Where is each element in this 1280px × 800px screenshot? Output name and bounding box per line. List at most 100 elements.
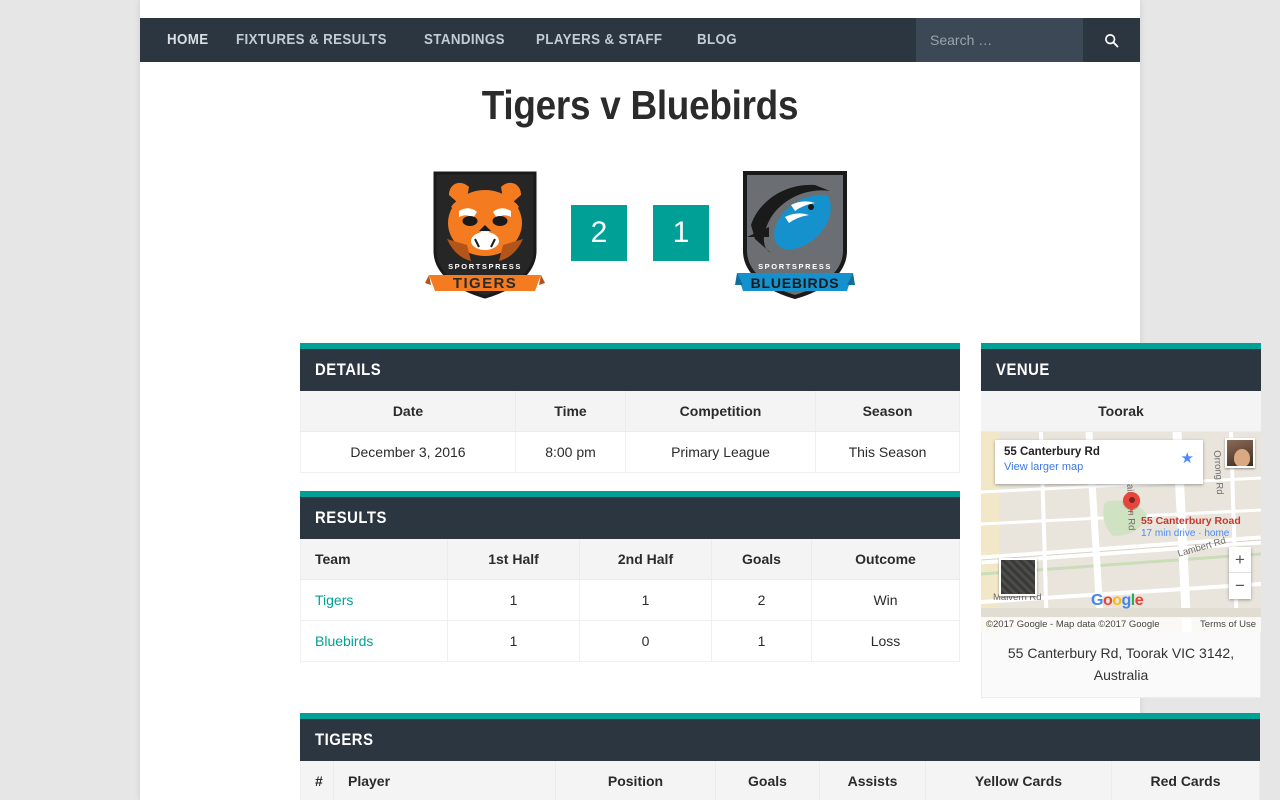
results-col-first-half: 1st Half bbox=[447, 539, 580, 580]
nav-item-blog[interactable]: BLOG bbox=[686, 18, 748, 62]
details-panel: DETAILS Date Time Competition Season Dec… bbox=[300, 343, 960, 473]
map-terms-link[interactable]: Terms of Use bbox=[1200, 619, 1256, 630]
tigers-heading: TIGERS bbox=[315, 730, 374, 749]
table-row: Bluebirds 1 0 1 Loss bbox=[300, 620, 960, 662]
venue-header: VENUE bbox=[981, 349, 1261, 391]
search-icon bbox=[1105, 33, 1119, 47]
star-icon[interactable]: ★ bbox=[1181, 451, 1194, 466]
details-header-row: Date Time Competition Season bbox=[300, 391, 960, 432]
tigers-col-goals: Goals bbox=[715, 761, 820, 800]
page-root: HOME FIXTURES & RESULTS STANDINGS PLAYER… bbox=[0, 0, 1280, 800]
details-value-season: This Season bbox=[815, 431, 960, 473]
search-button[interactable] bbox=[1083, 18, 1140, 62]
details-col-date: Date bbox=[300, 391, 516, 432]
google-letter-e: e bbox=[1134, 592, 1144, 609]
map-attribution-text: ©2017 Google - Map data ©2017 Google bbox=[986, 619, 1160, 630]
map-zoom-out-button[interactable]: − bbox=[1229, 573, 1251, 599]
map-pin-label: 55 Canterbury Road bbox=[1141, 515, 1241, 527]
tigers-col-player: Player bbox=[333, 761, 556, 800]
nav-item-fixtures-results[interactable]: FIXTURES & RESULTS bbox=[225, 18, 398, 62]
map-attribution-bar: ©2017 Google - Map data ©2017 Google Ter… bbox=[981, 617, 1261, 632]
home-team-logo[interactable]: SPORTSPRESS TIGERS bbox=[425, 165, 545, 300]
details-heading: DETAILS bbox=[315, 360, 382, 379]
venue-address: 55 Canterbury Rd, Toorak VIC 3142, Austr… bbox=[981, 632, 1261, 699]
details-col-competition: Competition bbox=[625, 391, 816, 432]
nav-item-standings[interactable]: STANDINGS bbox=[413, 18, 516, 62]
tigers-header-row: # Player Position Goals Assists Yellow C… bbox=[300, 761, 1260, 800]
results-col-outcome: Outcome bbox=[811, 539, 960, 580]
map-zoom-controls: + − bbox=[1229, 547, 1251, 599]
venue-panel: VENUE Toorak Lambert Rd Orrong Rd Malver… bbox=[981, 343, 1261, 699]
tigers-col-assists: Assists bbox=[819, 761, 926, 800]
results-cell-goals: 1 bbox=[711, 620, 812, 662]
nav-links: HOME FIXTURES & RESULTS STANDINGS PLAYER… bbox=[140, 18, 916, 62]
details-col-time: Time bbox=[515, 391, 626, 432]
svg-text:BLUEBIRDS: BLUEBIRDS bbox=[751, 275, 840, 291]
details-value-competition: Primary League bbox=[625, 431, 816, 473]
results-panel: RESULTS Team 1st Half 2nd Half Goals Out… bbox=[300, 491, 960, 662]
results-cell-second-half: 0 bbox=[579, 620, 712, 662]
nav-item-home[interactable]: HOME bbox=[156, 18, 220, 62]
site-container: HOME FIXTURES & RESULTS STANDINGS PLAYER… bbox=[140, 0, 1261, 800]
tigers-col-number: # bbox=[300, 761, 334, 800]
venue-name: Toorak bbox=[981, 391, 1261, 432]
svg-text:SPORTSPRESS: SPORTSPRESS bbox=[758, 262, 832, 271]
results-team-link-tigers[interactable]: Tigers bbox=[315, 592, 353, 608]
google-letter-o2: o bbox=[1112, 592, 1122, 609]
results-cell-goals: 2 bbox=[711, 579, 812, 621]
details-data-row: December 3, 2016 8:00 pm Primary League … bbox=[300, 431, 960, 473]
away-team-logo[interactable]: SPORTSPRESS BLUEBIRDS bbox=[735, 165, 855, 300]
results-cell-first-half: 1 bbox=[447, 579, 580, 621]
tigers-col-position: Position bbox=[555, 761, 716, 800]
venue-map[interactable]: Fairbairn Rd Lambert Rd Orrong Rd Malver… bbox=[981, 432, 1261, 632]
results-team-link-bluebirds[interactable]: Bluebirds bbox=[315, 633, 373, 649]
map-pin-marker[interactable] bbox=[1123, 492, 1140, 515]
google-letter-o1: o bbox=[1102, 592, 1113, 609]
tigers-table: # Player Position Goals Assists Yellow C… bbox=[300, 761, 1260, 800]
results-col-second-half: 2nd Half bbox=[579, 539, 712, 580]
map-card-title: 55 Canterbury Rd bbox=[1004, 446, 1100, 458]
details-value-date: December 3, 2016 bbox=[300, 431, 516, 473]
results-header: RESULTS bbox=[300, 497, 960, 539]
away-score: 1 bbox=[653, 204, 709, 261]
details-value-time: 8:00 pm bbox=[515, 431, 626, 473]
nav-item-players-staff[interactable]: PLAYERS & STAFF bbox=[525, 18, 673, 62]
venue-heading: VENUE bbox=[996, 360, 1050, 379]
results-heading: RESULTS bbox=[315, 508, 387, 527]
main-navigation: HOME FIXTURES & RESULTS STANDINGS PLAYER… bbox=[140, 18, 1140, 62]
google-letter-g2: g bbox=[1121, 592, 1132, 609]
tigers-col-yellow-cards: Yellow Cards bbox=[925, 761, 1112, 800]
search-area bbox=[916, 18, 1140, 62]
map-info-card: 55 Canterbury Rd View larger map ★ bbox=[995, 440, 1203, 484]
map-zoom-in-button[interactable]: + bbox=[1229, 547, 1251, 573]
map-pin-sublabel: 17 min drive · home bbox=[1141, 528, 1230, 539]
results-cell-first-half: 1 bbox=[447, 620, 580, 662]
details-table: Date Time Competition Season December 3,… bbox=[300, 391, 960, 473]
results-cell-outcome: Loss bbox=[811, 620, 960, 662]
google-letter-g1: G bbox=[1091, 592, 1103, 609]
page-title: Tigers v Bluebirds bbox=[481, 82, 799, 128]
results-col-team: Team bbox=[300, 539, 448, 580]
google-logo: Google bbox=[1091, 592, 1144, 610]
table-row: Tigers 1 1 2 Win bbox=[300, 579, 960, 621]
results-cell-team: Tigers bbox=[300, 579, 448, 621]
search-input[interactable] bbox=[916, 18, 1083, 62]
bluebirds-crest-icon: SPORTSPRESS BLUEBIRDS bbox=[735, 171, 855, 300]
avatar[interactable] bbox=[1225, 438, 1255, 468]
results-header-row: Team 1st Half 2nd Half Goals Outcome bbox=[300, 539, 960, 580]
tigers-col-red-cards: Red Cards bbox=[1111, 761, 1260, 800]
map-view-larger-link[interactable]: View larger map bbox=[1004, 460, 1194, 475]
details-col-season: Season bbox=[815, 391, 960, 432]
results-cell-outcome: Win bbox=[811, 579, 960, 621]
tigers-header: TIGERS bbox=[300, 719, 1260, 761]
map-street-view-thumbnail[interactable] bbox=[999, 558, 1037, 596]
tigers-crest-icon: SPORTSPRESS TIGERS bbox=[425, 171, 545, 299]
results-col-goals: Goals bbox=[711, 539, 812, 580]
details-header: DETAILS bbox=[300, 349, 960, 391]
tigers-panel: TIGERS # Player Position Goals Assists Y… bbox=[300, 713, 1260, 800]
results-cell-team: Bluebirds bbox=[300, 620, 448, 662]
scoreboard: SPORTSPRESS TIGERS 2 1 SPORTSPRESS BLUEB… bbox=[140, 160, 1140, 305]
svg-text:TIGERS: TIGERS bbox=[453, 275, 517, 292]
home-score: 2 bbox=[571, 204, 627, 261]
results-cell-second-half: 1 bbox=[579, 579, 712, 621]
